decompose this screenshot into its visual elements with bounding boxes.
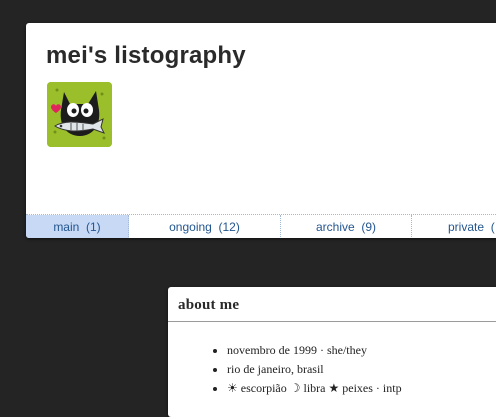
list-item: novembro de 1999 · she/they	[227, 343, 402, 362]
tab-archive[interactable]: archive (9)	[281, 215, 412, 238]
list-item: ☀ escorpião ☽ libra ★ peixes · intp	[227, 381, 402, 400]
list-item: rio de janeiro, brasil	[227, 362, 402, 381]
cat-holding-fish-icon	[47, 82, 112, 147]
tab-ongoing[interactable]: ongoing (12)	[129, 215, 281, 238]
about-me-list: novembro de 1999 · she/they rio de janei…	[205, 343, 402, 400]
tab-private-count: (	[490, 220, 495, 234]
page-title: mei's listography	[46, 42, 246, 69]
divider	[168, 321, 496, 322]
tab-bar: main (1) ongoing (12) archive (9) privat…	[26, 214, 496, 238]
tab-ongoing-count: (12)	[218, 220, 240, 234]
tab-archive-count: (9)	[361, 220, 377, 234]
tab-private[interactable]: private (	[412, 215, 496, 238]
about-me-panel: about me novembro de 1999 · she/they rio…	[168, 287, 496, 417]
tab-private-label: private	[448, 220, 485, 234]
tab-ongoing-label: ongoing	[169, 220, 212, 234]
tab-archive-label: archive	[315, 220, 355, 234]
avatar[interactable]	[47, 82, 112, 147]
tab-main-count: (1)	[86, 220, 101, 234]
about-me-title: about me	[178, 297, 240, 313]
profile-header: mei's listography main (1) ongoing (12)	[26, 23, 496, 238]
tab-main[interactable]: main (1)	[26, 215, 129, 238]
tab-main-label: main	[53, 220, 80, 234]
